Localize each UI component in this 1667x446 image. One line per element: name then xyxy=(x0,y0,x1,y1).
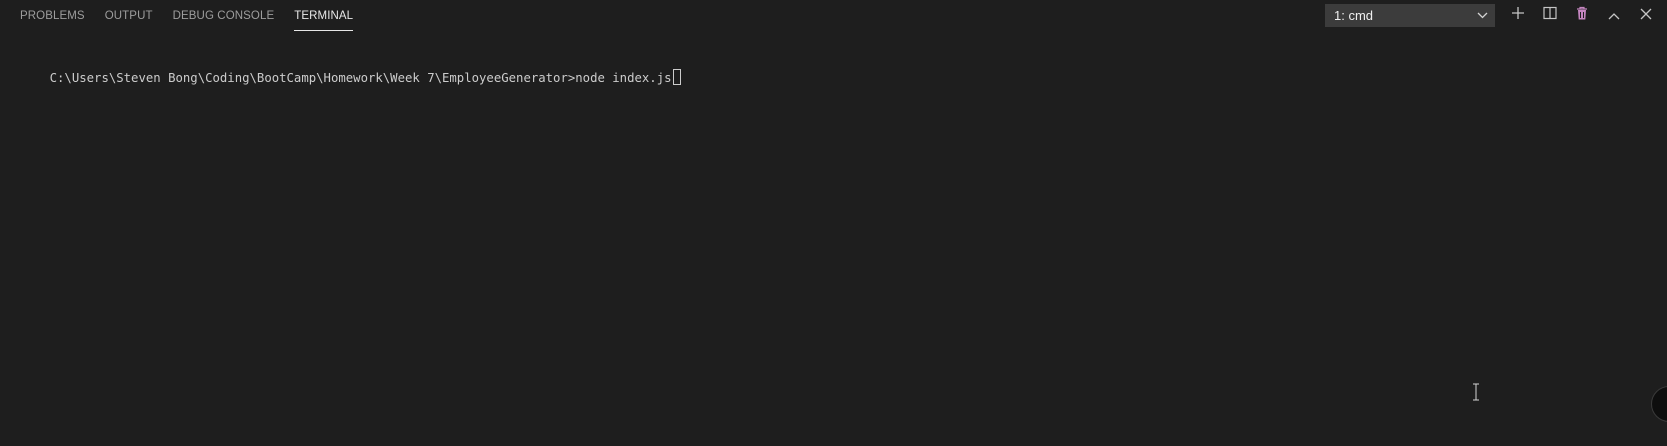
kill-terminal-button[interactable] xyxy=(1571,4,1593,27)
split-icon xyxy=(1543,6,1557,25)
terminal-prompt: C:\Users\Steven Bong\Coding\BootCamp\Hom… xyxy=(49,71,576,85)
trash-icon xyxy=(1575,6,1589,26)
plus-icon xyxy=(1511,6,1525,25)
tab-problems[interactable]: PROBLEMS xyxy=(20,0,85,30)
maximize-panel-button[interactable] xyxy=(1603,4,1625,27)
floating-button[interactable] xyxy=(1651,386,1667,422)
tab-output[interactable]: OUTPUT xyxy=(105,0,153,30)
panel-tabs: PROBLEMS OUTPUT DEBUG CONSOLE TERMINAL xyxy=(20,0,373,32)
close-icon xyxy=(1640,7,1652,25)
terminal-panel: PROBLEMS OUTPUT DEBUG CONSOLE TERMINAL 1… xyxy=(0,0,1667,446)
terminal-command: node index.js xyxy=(575,71,672,85)
tab-debug-console[interactable]: DEBUG CONSOLE xyxy=(173,0,275,30)
close-panel-button[interactable] xyxy=(1635,4,1657,27)
split-terminal-button[interactable] xyxy=(1539,4,1561,27)
terminal-select-value: 1: cmd xyxy=(1334,8,1374,23)
chevron-up-icon xyxy=(1608,7,1620,25)
new-terminal-button[interactable] xyxy=(1507,4,1529,27)
terminal-select[interactable]: 1: cmd xyxy=(1325,4,1495,27)
tab-terminal[interactable]: TERMINAL xyxy=(294,0,354,31)
terminal-output[interactable]: C:\Users\Steven Bong\Coding\BootCamp\Hom… xyxy=(20,51,681,105)
chevron-down-icon xyxy=(1476,4,1488,27)
panel-header: PROBLEMS OUTPUT DEBUG CONSOLE TERMINAL 1… xyxy=(0,0,1667,32)
text-cursor-icon xyxy=(1472,383,1480,401)
terminal-cursor xyxy=(672,69,681,85)
